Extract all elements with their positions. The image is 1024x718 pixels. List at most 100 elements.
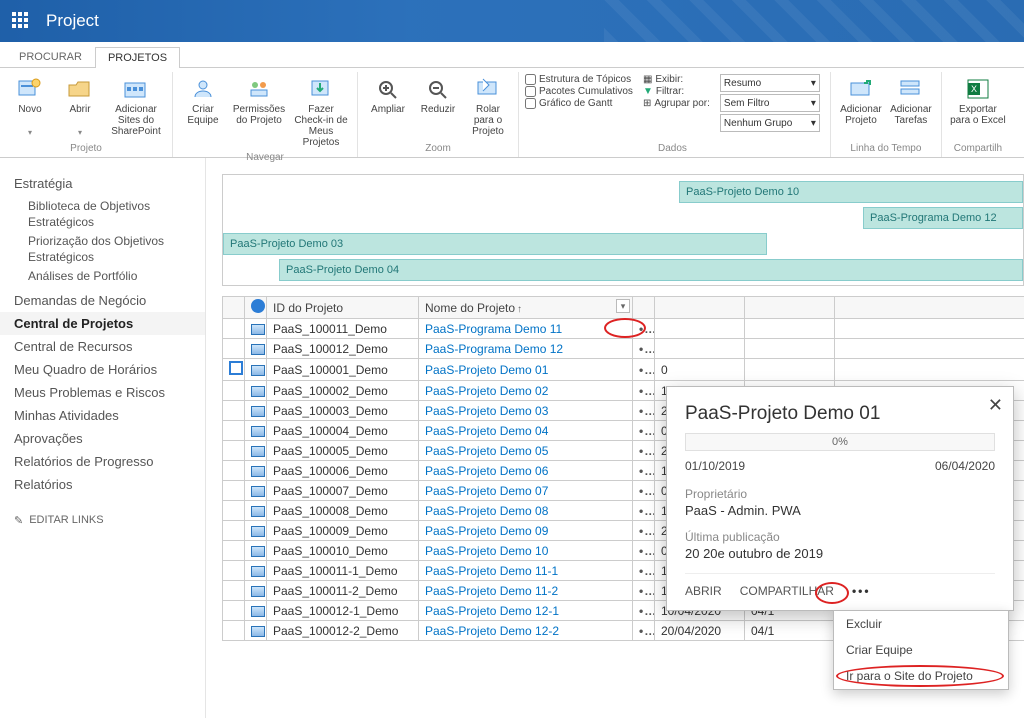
column-dropdown-icon[interactable]: ▾ [616,299,630,313]
nav-reports[interactable]: Relatórios [0,473,205,496]
row-menu-button[interactable]: ••• [633,339,655,359]
project-link[interactable]: PaaS-Projeto Demo 08 [425,504,548,518]
project-link[interactable]: PaaS-Projeto Demo 12-1 [425,604,559,618]
ribbon-open-button[interactable]: Abrir▾ [56,74,104,140]
project-link[interactable]: PaaS-Projeto Demo 10 [425,544,548,558]
project-link[interactable]: PaaS-Projeto Demo 11-2 [425,584,558,598]
row-menu-button[interactable]: ••• [633,601,655,621]
gantt-checkbox[interactable]: Gráfico de Gantt [525,98,633,109]
project-link[interactable]: PaaS-Projeto Demo 04 [425,424,548,438]
tab-projects[interactable]: PROJETOS [95,47,180,68]
project-link[interactable]: PaaS-Projeto Demo 07 [425,484,548,498]
view-select[interactable]: Resumo▾ [720,74,820,92]
row-menu-button[interactable]: ••• [633,381,655,401]
row-select-cell[interactable] [223,421,245,441]
project-link[interactable]: PaaS-Projeto Demo 02 [425,384,548,398]
project-link[interactable]: PaaS-Projeto Demo 11-1 [425,564,558,578]
col-flag[interactable] [223,297,245,319]
row-select-cell[interactable] [223,381,245,401]
row-select-cell[interactable] [223,441,245,461]
row-menu-button[interactable]: ••• [633,441,655,461]
row-menu-button[interactable]: ••• [633,401,655,421]
nav-resource-center[interactable]: Central de Recursos [0,335,205,358]
callout-more-button[interactable]: ••• [852,584,871,598]
outline-checkbox[interactable]: Estrutura de Tópicos [525,74,633,85]
table-row[interactable]: PaaS_100011_DemoPaaS-Programa Demo 11••• [223,319,1024,339]
col-info[interactable] [245,297,267,319]
row-select-cell[interactable] [223,521,245,541]
menu-delete[interactable]: Excluir [834,611,1008,637]
col-extra[interactable] [835,297,1024,319]
row-select-cell[interactable] [223,541,245,561]
callout-share-button[interactable]: COMPARTILHAR [740,584,834,598]
row-select-cell[interactable] [223,319,245,339]
row-menu-button[interactable]: ••• [633,561,655,581]
col-date-1[interactable] [655,297,745,319]
col-date-2[interactable] [745,297,835,319]
row-select-cell[interactable] [223,481,245,501]
menu-goto-site[interactable]: Ir para o Site do Projeto [834,663,1008,689]
ribbon-permissions-button[interactable]: Permissões do Projeto [229,74,289,130]
col-project-id[interactable]: ID do Projeto [267,297,419,319]
project-link[interactable]: PaaS-Projeto Demo 03 [425,404,548,418]
nav-strategy[interactable]: Estratégia [0,172,205,195]
ribbon-add-project-button[interactable]: Adicionar Projeto [837,74,885,130]
ribbon-new-button[interactable]: Novo▾ [6,74,54,140]
row-select-cell[interactable] [223,359,245,381]
row-menu-button[interactable]: ••• [633,359,655,381]
tab-browse[interactable]: PROCURAR [6,46,95,67]
table-row[interactable]: PaaS_100001_DemoPaaS-Projeto Demo 01•••0 [223,359,1024,381]
row-menu-button[interactable]: ••• [633,621,655,641]
ribbon-add-sp-button[interactable]: Adicionar Sites do SharePoint [106,74,166,139]
ribbon-zoomin-button[interactable]: Ampliar [364,74,412,130]
row-menu-button[interactable]: ••• [633,501,655,521]
project-link[interactable]: PaaS-Projeto Demo 09 [425,524,548,538]
menu-create-team[interactable]: Criar Equipe [834,637,1008,663]
row-select-cell[interactable] [223,561,245,581]
row-menu-button[interactable]: ••• [633,541,655,561]
filter-select[interactable]: Sem Filtro▾ [720,94,820,112]
project-link[interactable]: PaaS-Programa Demo 11 [425,322,562,336]
timeline-container[interactable]: PaaS-Projeto Demo 10 PaaS-Programa Demo … [222,174,1024,286]
ribbon-zoomout-button[interactable]: Reduzir [414,74,462,130]
cumulative-checkbox[interactable]: Pacotes Cumulativos [525,86,633,97]
ribbon-export-excel-button[interactable]: X Exportar para o Excel [948,74,1008,130]
row-menu-button[interactable]: ••• [633,521,655,541]
row-menu-button[interactable]: ••• [633,581,655,601]
nav-progress-reports[interactable]: Relatórios de Progresso [0,450,205,473]
ribbon-scroll-button[interactable]: Rolar para o Projeto [464,74,512,139]
row-select-cell[interactable] [223,501,245,521]
project-link[interactable]: PaaS-Projeto Demo 06 [425,464,548,478]
nav-approvals[interactable]: Aprovações [0,427,205,450]
nav-project-center[interactable]: Central de Projetos [0,312,205,335]
row-select-cell[interactable] [223,461,245,481]
timeline-bar[interactable]: PaaS-Projeto Demo 03 [223,233,767,255]
row-menu-button[interactable]: ••• [633,421,655,441]
table-row[interactable]: PaaS_100012_DemoPaaS-Programa Demo 12••• [223,339,1024,359]
row-select-cell[interactable] [223,581,245,601]
project-link[interactable]: PaaS-Projeto Demo 05 [425,444,548,458]
timeline-bar[interactable]: PaaS-Projeto Demo 04 [279,259,1023,281]
nav-demands[interactable]: Demandas de Negócio [0,289,205,312]
col-project-name[interactable]: Nome do Projeto↑▾ [419,297,633,319]
nav-portfolio-analysis[interactable]: Análises de Portfólio [0,269,205,285]
row-select-cell[interactable] [223,401,245,421]
project-link[interactable]: PaaS-Programa Demo 12 [425,342,563,356]
row-menu-button[interactable]: ••• [633,461,655,481]
project-link[interactable]: PaaS-Projeto Demo 12-2 [425,624,559,638]
row-select-cell[interactable] [223,621,245,641]
nav-activities[interactable]: Minhas Atividades [0,404,205,427]
ribbon-checkin-button[interactable]: Fazer Check-in de Meus Projetos [291,74,351,150]
nav-timesheets[interactable]: Meu Quadro de Horários [0,358,205,381]
row-select-cell[interactable] [223,339,245,359]
app-launcher-icon[interactable] [12,12,30,30]
row-menu-button[interactable]: ••• [633,319,655,339]
project-link[interactable]: PaaS-Projeto Demo 01 [425,363,548,377]
nav-prioritization[interactable]: Priorização dos Objetivos Estratégicos [0,234,205,265]
row-select-cell[interactable] [223,601,245,621]
nav-problems[interactable]: Meus Problemas e Riscos [0,381,205,404]
timeline-bar[interactable]: PaaS-Programa Demo 12 [863,207,1023,229]
row-menu-button[interactable]: ••• [633,481,655,501]
group-select[interactable]: Nenhum Grupo▾ [720,114,820,132]
close-icon[interactable]: ✕ [988,395,1003,416]
